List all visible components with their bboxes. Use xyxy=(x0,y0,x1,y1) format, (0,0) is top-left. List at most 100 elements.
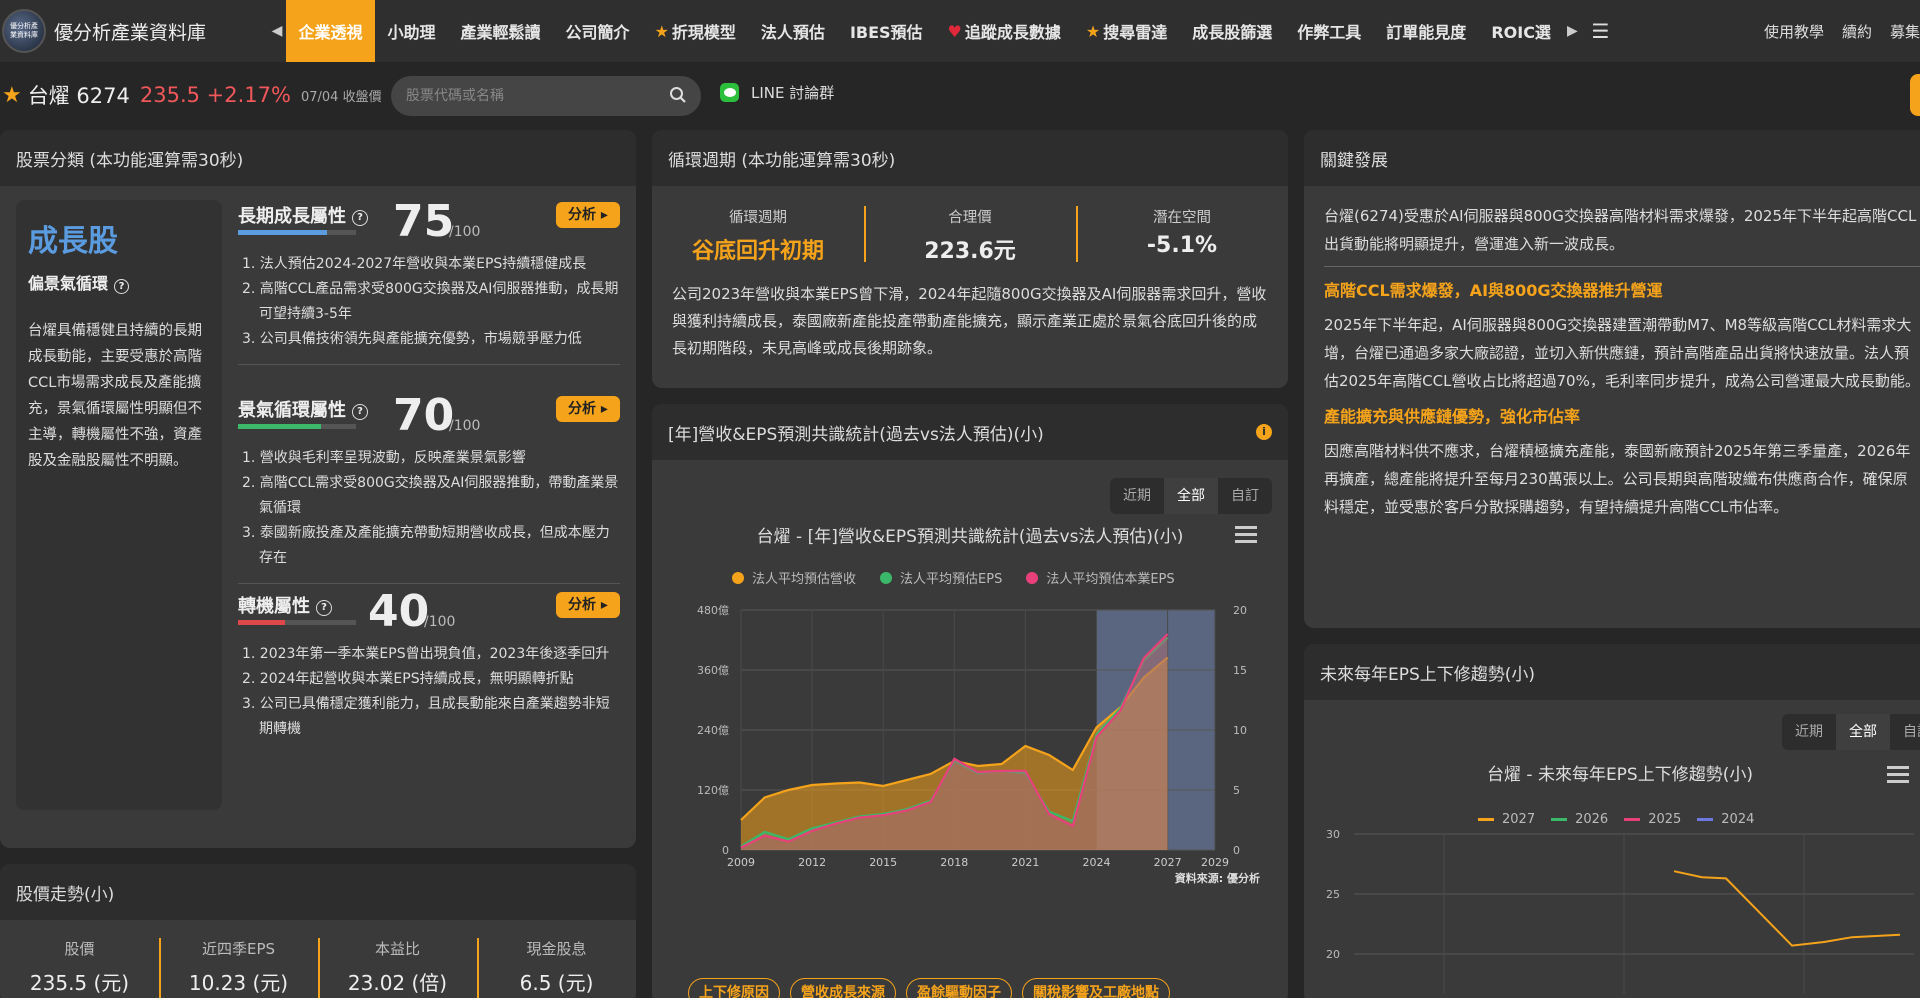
legend-line xyxy=(1551,818,1568,821)
attribute-2: 轉機屬性? 40/100 分析 ▸ 1. 2023年第一季本業EPS曾出現負值，202… xyxy=(238,586,620,742)
attribute-point: 1. 法人預估2024-2027年營收與本業EPS持續穩健成長 xyxy=(242,256,587,272)
nav-item[interactable]: ♥ 追蹤成長數據 xyxy=(935,0,1073,62)
reason-pill[interactable]: 上下修原因 xyxy=(688,978,780,998)
cycle-phase: 循環週期谷底回升初期 xyxy=(652,206,864,265)
attribute-bar xyxy=(238,230,356,235)
nav-items: 企業透視 小助理 產業輕鬆讀 公司簡介 ★ 折現模型 法人預估 IBES預估 ♥ 追蹤成長數據 ★ 搜… xyxy=(286,0,1563,62)
attribute-max: /100 xyxy=(449,418,481,434)
nav-renew[interactable]: 續約 xyxy=(1842,21,1872,42)
divider xyxy=(238,364,620,365)
consensus-chart: 0120億240億360億480億051015202009 2012 2015 201… xyxy=(697,604,1260,885)
attribute-head: 轉機屬性? 40/100 分析 ▸ xyxy=(238,586,620,642)
tab-custom[interactable]: 自訂 xyxy=(1890,714,1920,750)
nav-item-label: 折現模型 xyxy=(671,23,736,42)
cycle-stats: 循環週期 谷底回升初期 合理價 223.6元 潛在空間 -5.1% xyxy=(652,186,1288,265)
x-tick: 2009 xyxy=(727,856,755,869)
cycle-panel: 循環週期 (本功能運算需30秒) 循環週期 谷底回升初期 合理價 223.6元 潛在… xyxy=(652,130,1288,388)
nav-item[interactable]: IBES預估 xyxy=(837,0,935,62)
reason-pill[interactable]: 關稅影響及工廠地點 xyxy=(1022,978,1170,998)
analyze-button[interactable]: 分析 ▸ xyxy=(556,202,620,228)
consensus-chart-title: 台燿 - [年]營收&EPS預測共識統計(過去vs法人預估)(小) xyxy=(756,527,1184,547)
attribute-0: 長期成長屬性? 75/100 分析 ▸ 1. 法人預估2024-2027年營收與本業E… xyxy=(238,196,620,365)
cycle-text: 公司2023年營收與本業EPS曾下滑，2024年起隨800G交換器及AI伺服器需… xyxy=(672,285,1267,357)
nav-tutorial[interactable]: 使用教學 xyxy=(1764,21,1824,42)
nav-item[interactable]: 企業透視 xyxy=(286,0,376,62)
analyze-button[interactable]: 分析 ▸ xyxy=(556,396,620,422)
stat-label: 股價 xyxy=(64,940,95,958)
nav-recruit[interactable]: 募集 xyxy=(1890,21,1920,42)
y-right-tick: 15 xyxy=(1233,664,1247,677)
line-group-link[interactable]: LINE 討論群 xyxy=(720,82,834,103)
cycle-label: 循環週期 xyxy=(729,210,787,226)
attribute-name: 長期成長屬性? xyxy=(238,202,368,228)
nav-right-arrow-icon[interactable]: ▶ xyxy=(1563,23,1581,39)
reason-pill[interactable]: 營收成長來源 xyxy=(790,978,896,998)
eps-trend-chart-title: 台燿 - 未來每年EPS上下修趨勢(小) xyxy=(1487,765,1753,785)
nav-item[interactable]: 作弊工具 xyxy=(1285,0,1374,62)
analyze-button[interactable]: 分析 ▸ xyxy=(556,592,620,618)
stat-value: 23.02 (倍) xyxy=(347,971,448,995)
attribute-name: 景氣循環屬性? xyxy=(238,396,368,422)
help-icon[interactable]: ? xyxy=(352,210,368,226)
key-dev-heading: 產能擴充與供應鏈優勢，強化市佔率 xyxy=(1324,407,1581,426)
chart-menu-icon[interactable] xyxy=(1884,762,1912,786)
attribute-point: 3. 泰國新廠投產及產能擴充帶動短期營收成長，但成本壓力存在 xyxy=(242,525,610,566)
star-icon: ★ xyxy=(654,21,669,41)
fair-price: 合理價 223.6元 xyxy=(864,206,1076,265)
divider xyxy=(238,583,620,584)
search-input[interactable] xyxy=(406,88,666,104)
nav-item[interactable]: 小助理 xyxy=(375,0,448,62)
cycle-title: 循環週期 (本功能運算需30秒) xyxy=(652,130,1288,186)
reason-pill[interactable]: 盈餘驅動因子 xyxy=(906,978,1012,998)
nav-item-label: 訂單能見度 xyxy=(1386,23,1467,42)
tab-recent[interactable]: 近期 xyxy=(1782,714,1836,750)
growth-type-box: 成長股 偏景氣循環? 台燿具備穩健且持續的長期成長動能，主要受惠於高階CCL市場… xyxy=(16,200,222,810)
ticker-bar: ★ 台燿 6274 235.5 +2.17% 07/04 收盤價 LINE 討論… xyxy=(0,62,1920,128)
nav-item[interactable]: 產業輕鬆讀 xyxy=(448,0,553,62)
help-icon[interactable]: ? xyxy=(316,600,332,616)
stat-pe: 本益比 23.02 (倍) xyxy=(318,938,477,998)
nav-item[interactable]: ★ 折現模型 xyxy=(642,0,748,62)
tab-all[interactable]: 全部 xyxy=(1836,714,1890,750)
help-icon[interactable]: ? xyxy=(114,279,130,294)
help-icon[interactable]: ? xyxy=(352,404,368,420)
attribute-point: 1. 營收與毛利率呈現波動，反映產業景氣影響 xyxy=(242,450,526,466)
logo[interactable]: 優分析產業資料庫 優分析產業資料庫 xyxy=(0,0,268,62)
nav-item-label: 追蹤成長數據 xyxy=(964,23,1061,42)
cycle-value: 223.6元 xyxy=(924,239,1016,264)
eps-trend-panel: 未來每年EPS上下修趨勢(小)i 近期 全部 自訂 台燿 - 未來每年EPS上下… xyxy=(1304,644,1920,998)
info-icon[interactable]: i xyxy=(1256,424,1272,440)
attribute-point: 2. 2024年起營收與本業EPS持續成長，無明顯轉折點 xyxy=(242,671,574,687)
nav-item[interactable]: ★ 搜尋雷達 xyxy=(1073,0,1179,62)
nav-item[interactable]: 訂單能見度 xyxy=(1374,0,1479,62)
y-left-tick: 120億 xyxy=(697,784,729,797)
play-icon: ▸ xyxy=(596,597,608,613)
nav-item[interactable]: 公司簡介 xyxy=(553,0,642,62)
attribute-points: 1. 法人預估2024-2027年營收與本業EPS持續穩健成長 2. 高階CCL產… xyxy=(238,252,620,352)
y-tick: 30 xyxy=(1326,828,1340,841)
x-tick: 2015 xyxy=(869,856,897,869)
nav-item[interactable]: 法人預估 xyxy=(748,0,837,62)
series-line[interactable] xyxy=(1673,870,1901,947)
side-toggle-button[interactable] xyxy=(1910,74,1920,116)
nav-item-label: 企業透視 xyxy=(298,23,363,42)
attribute-name: 轉機屬性? xyxy=(238,592,332,618)
favorite-star-icon[interactable]: ★ xyxy=(2,83,22,108)
nav-left-arrow-icon[interactable]: ◀ xyxy=(268,23,286,39)
tab-custom[interactable]: 自訂 xyxy=(1218,478,1272,514)
line-group-label: LINE 討論群 xyxy=(751,84,835,102)
tab-all[interactable]: 全部 xyxy=(1164,478,1218,514)
search-icon[interactable] xyxy=(669,86,687,104)
cycle-value: 谷底回升初期 xyxy=(691,239,824,264)
price-trend-title: 股價走勢(小) xyxy=(0,864,636,920)
menu-icon[interactable]: ☰ xyxy=(1581,19,1619,43)
eps-trend-chart: 30 25 20 xyxy=(1326,828,1914,994)
attribute-head: 景氣循環屬性? 70/100 分析 ▸ xyxy=(238,390,620,446)
stock-lean: 偏景氣循環? xyxy=(28,270,210,294)
chart-menu-icon[interactable] xyxy=(1232,522,1260,546)
stat-label: 現金股息 xyxy=(526,940,587,958)
tab-recent[interactable]: 近期 xyxy=(1110,478,1164,514)
attribute-head: 長期成長屬性? 75/100 分析 ▸ xyxy=(238,196,620,252)
nav-item[interactable]: 成長股篩選 xyxy=(1180,0,1285,62)
nav-item[interactable]: ROIC選 xyxy=(1479,0,1564,62)
